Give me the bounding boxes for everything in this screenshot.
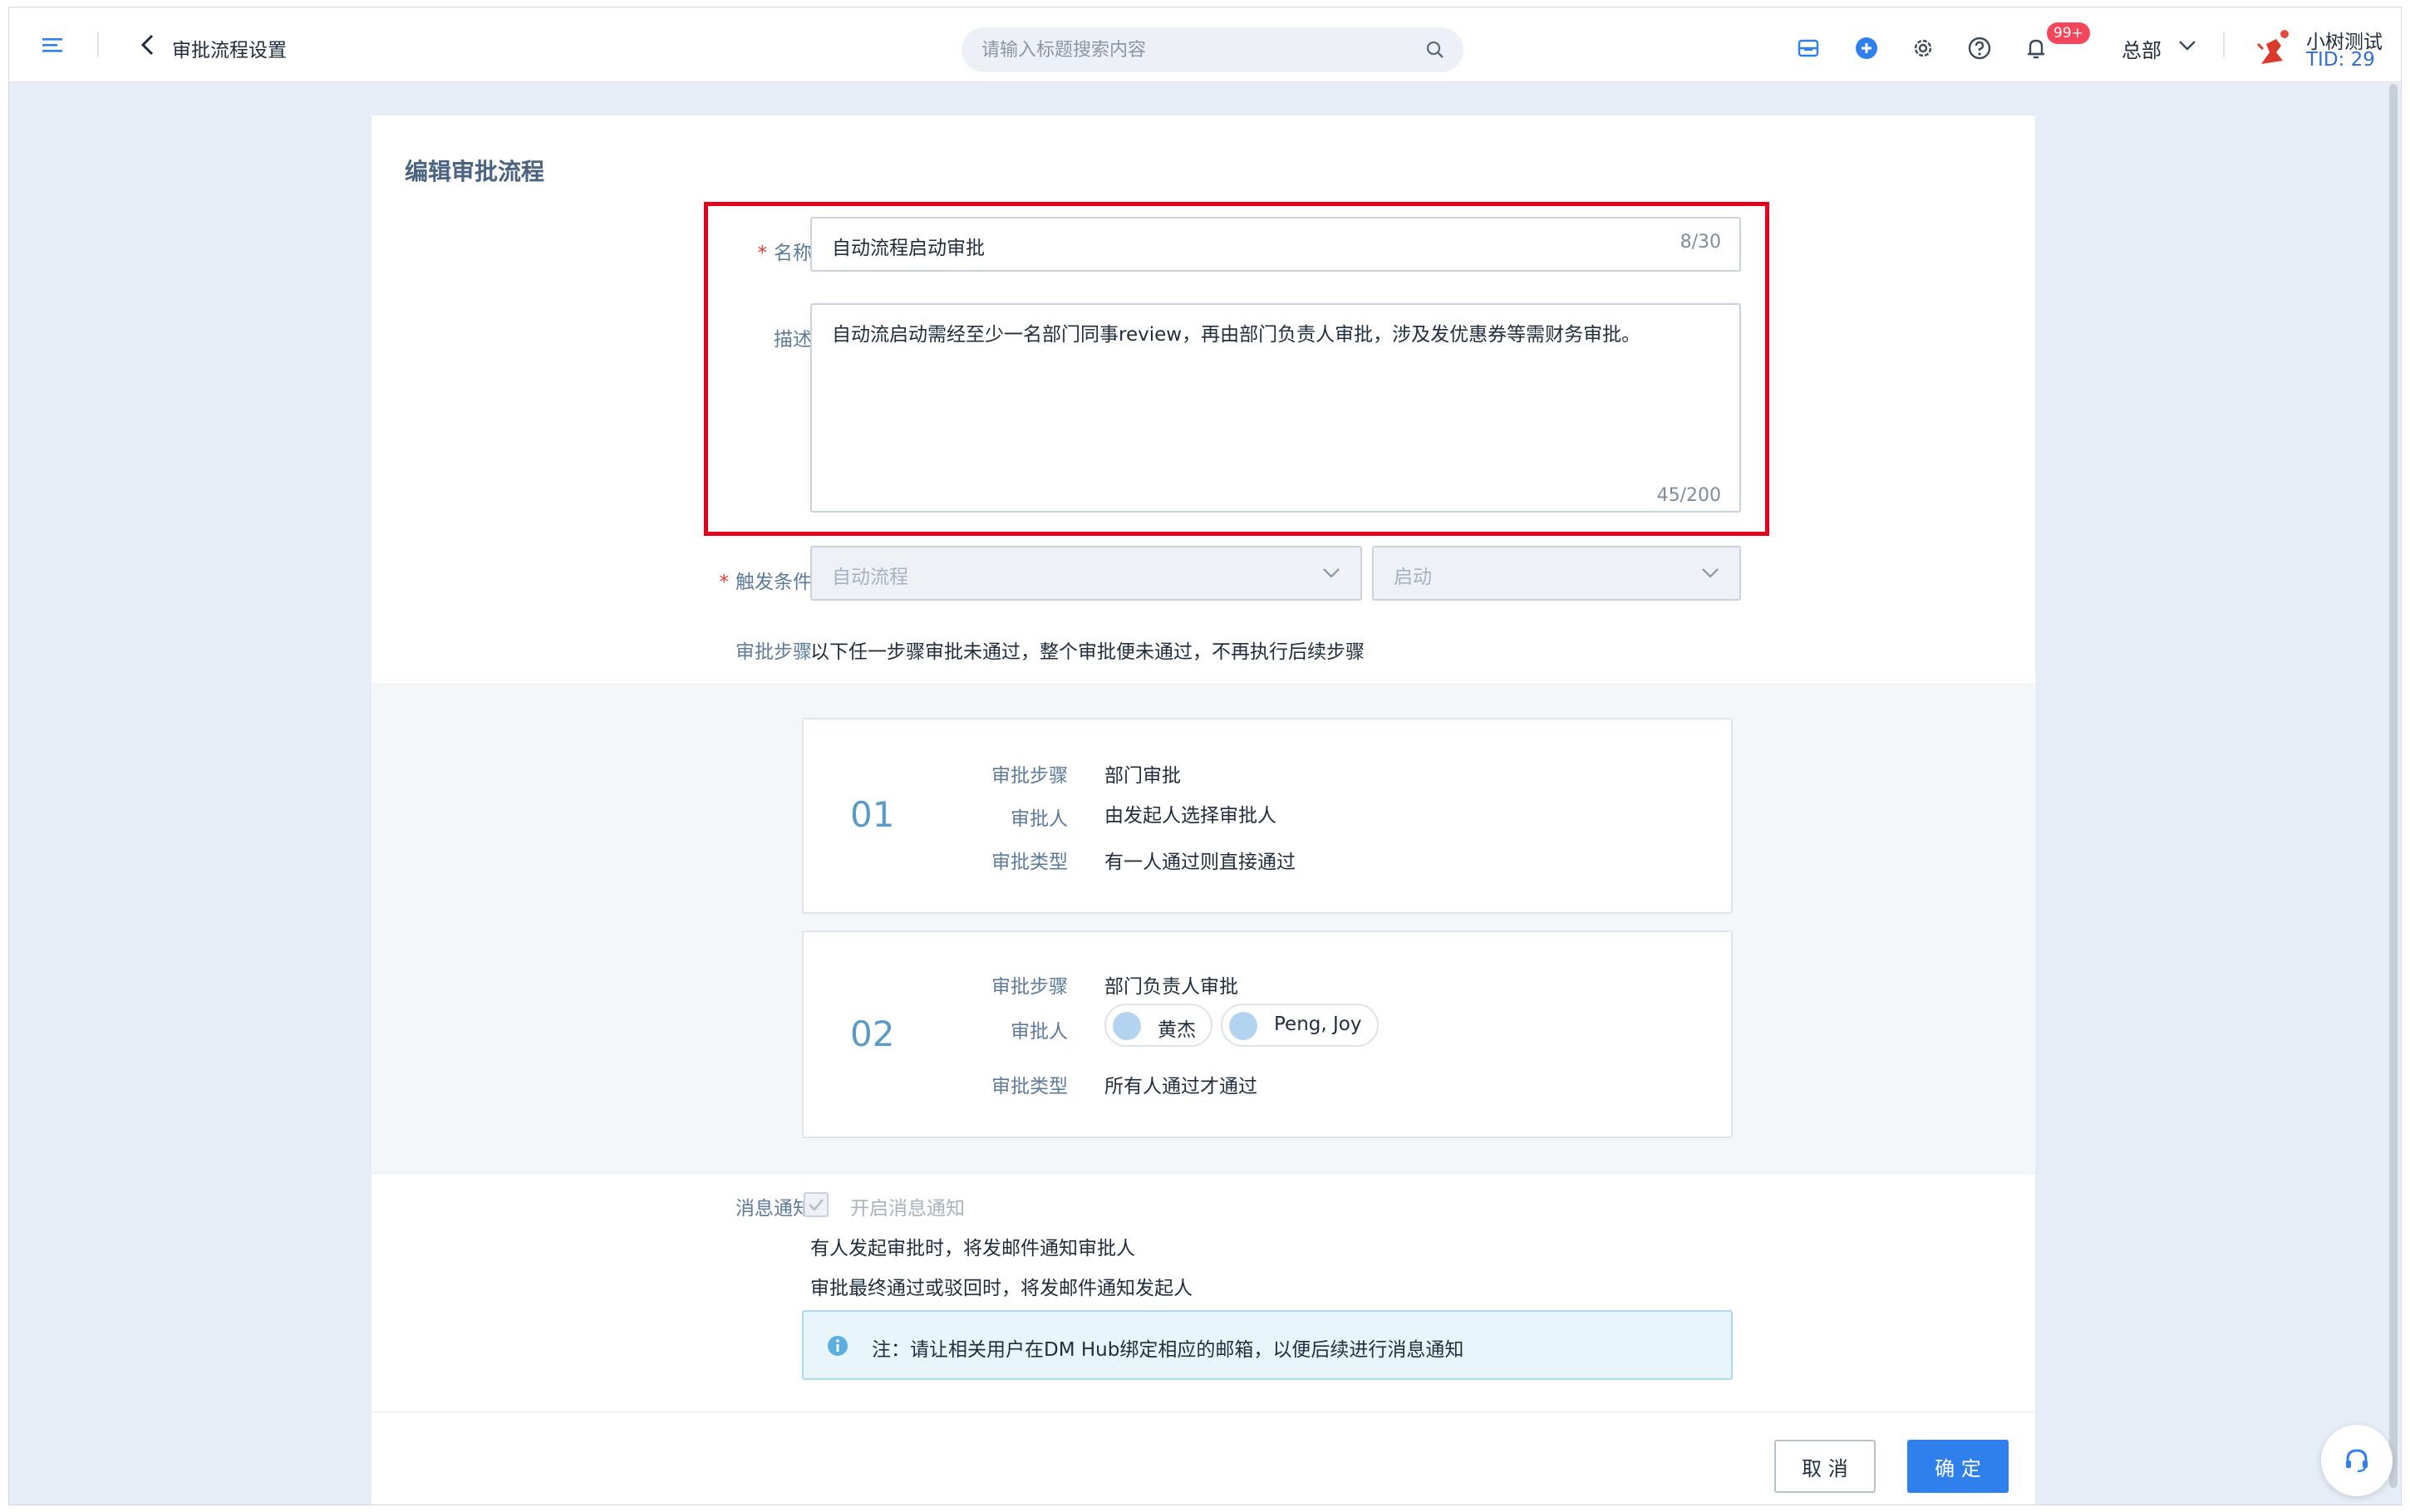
step-key: 审批步骤 <box>991 765 1068 787</box>
step-number: 01 <box>850 794 895 835</box>
step-card-2[interactable]: 02 审批步骤 部门负责人审批 审批人 黄杰 Peng, Joy 审批类型 所有… <box>802 930 1733 1138</box>
notification-bell-icon[interactable] <box>2024 36 2048 61</box>
trigger-select-flow[interactable]: 自动流程 <box>810 546 1362 601</box>
chevron-down-icon[interactable] <box>2178 39 2196 52</box>
steps-area: 01 审批步骤 部门审批 审批人 由发起人选择审批人 审批类型 有一人通过则直接… <box>371 684 2035 1174</box>
notification-checkbox-label: 开启消息通知 <box>850 1198 965 1220</box>
trigger-select-event-value: 启动 <box>1394 567 1432 588</box>
search-box[interactable] <box>962 27 1463 72</box>
steps-hint: 以下任一步骤审批未通过，整个审批便未通过，不再执行后续步骤 <box>810 641 1365 663</box>
search-icon[interactable] <box>1425 40 1445 60</box>
type-key: 审批类型 <box>991 1076 1068 1097</box>
app-window: 审批流程设置 请输入标题搜索内容 99+ 总部 小树测试 TID: 29 编辑审… <box>8 7 2402 1505</box>
add-circle-icon[interactable] <box>1854 36 1879 61</box>
top-bar: 审批流程设置 请输入标题搜索内容 99+ 总部 小树测试 TID: 29 <box>9 7 2401 82</box>
info-note: 注：请让相关用户在DM Hub绑定相应的邮箱，以便后续进行消息通知 <box>802 1310 1733 1380</box>
required-mark: * <box>719 572 730 593</box>
desc-counter: 45/200 <box>1656 485 1721 506</box>
approver-name: 黄杰 <box>1158 1019 1196 1041</box>
section-title: 编辑审批流程 <box>405 158 545 185</box>
approver-key: 审批人 <box>1011 1021 1068 1043</box>
footer-divider <box>371 1411 2035 1412</box>
type-key: 审批类型 <box>991 852 1068 873</box>
name-label: * 名称 <box>757 243 813 264</box>
trigger-label: * 触发条件 <box>719 572 813 593</box>
approver-avatar <box>1229 1012 1257 1040</box>
description-textarea[interactable]: 自动流启动需经至少一名部门同事review，再由部门负责人审批，涉及发优惠券等需… <box>810 303 1741 513</box>
name-value: 自动流程启动审批 <box>832 238 985 259</box>
chevron-down-icon <box>1323 568 1340 578</box>
type-value: 所有人通过才通过 <box>1104 1076 1257 1097</box>
name-input[interactable]: 自动流程启动审批 8/30 <box>810 217 1741 272</box>
headset-icon <box>2346 1449 2368 1473</box>
page-scrollbar[interactable] <box>2389 84 2398 1488</box>
org-selector-label[interactable]: 总部 <box>2122 34 2162 63</box>
step-key: 审批步骤 <box>991 976 1068 998</box>
notification-line-1: 有人发起审批时，将发邮件通知审批人 <box>810 1238 1135 1259</box>
settings-gear-icon[interactable] <box>1911 36 1935 61</box>
confirm-button[interactable]: 确 定 <box>1907 1440 2009 1493</box>
page-title: 审批流程设置 <box>172 40 287 61</box>
notification-label: 消息通知 <box>735 1198 812 1220</box>
approver-avatar <box>1113 1012 1141 1040</box>
notification-line-2: 审批最终通过或驳回时，将发邮件通知发起人 <box>810 1278 1193 1299</box>
help-question-icon[interactable] <box>1967 36 1992 61</box>
back-arrow-icon[interactable] <box>135 31 160 59</box>
approver-key: 审批人 <box>1011 808 1068 830</box>
name-counter: 8/30 <box>1680 232 1721 253</box>
user-avatar-icon[interactable] <box>2251 27 2293 71</box>
step-number: 02 <box>850 1014 895 1054</box>
customer-service-button[interactable] <box>2321 1425 2393 1496</box>
notification-badge: 99+ <box>2047 22 2090 44</box>
chevron-down-icon <box>1702 568 1719 578</box>
info-note-text: 注：请让相关用户在DM Hub绑定相应的邮箱，以便后续进行消息通知 <box>872 1339 1464 1361</box>
approver-chip[interactable]: 黄杰 <box>1104 1004 1212 1047</box>
notification-checkbox[interactable] <box>804 1192 829 1217</box>
desc-label: 描述 <box>774 329 812 351</box>
type-value: 有一人通过则直接通过 <box>1104 852 1296 873</box>
step-value: 部门审批 <box>1104 765 1181 787</box>
trigger-select-flow-value: 自动流程 <box>832 567 908 588</box>
inbox-icon[interactable] <box>1796 36 1821 61</box>
header-divider <box>97 32 99 57</box>
approver-value: 由发起人选择审批人 <box>1104 805 1276 827</box>
step-value: 部门负责人审批 <box>1104 976 1238 998</box>
edit-approval-card: 编辑审批流程 * 名称 自动流程启动审批 8/30 描述 自动流启动需经至少一名部… <box>371 115 2035 1505</box>
user-tid: TID: 29 <box>2306 49 2375 71</box>
cancel-button[interactable]: 取 消 <box>1774 1440 1876 1493</box>
step-card-1[interactable]: 01 审批步骤 部门审批 审批人 由发起人选择审批人 审批类型 有一人通过则直接… <box>802 718 1733 914</box>
search-input[interactable] <box>981 27 1414 72</box>
required-mark: * <box>757 243 768 264</box>
checkmark-icon <box>809 1199 824 1211</box>
menu-icon[interactable] <box>41 32 66 57</box>
steps-label: 审批步骤 <box>735 641 812 663</box>
approver-name: Peng, Joy <box>1274 1014 1362 1035</box>
info-icon <box>828 1336 848 1356</box>
header-divider-right <box>2223 32 2225 57</box>
desc-value: 自动流启动需经至少一名部门同事review，再由部门负责人审批，涉及发优惠券等需… <box>832 324 1641 346</box>
trigger-select-event[interactable]: 启动 <box>1372 546 1741 601</box>
approver-chip[interactable]: Peng, Joy <box>1221 1004 1379 1047</box>
